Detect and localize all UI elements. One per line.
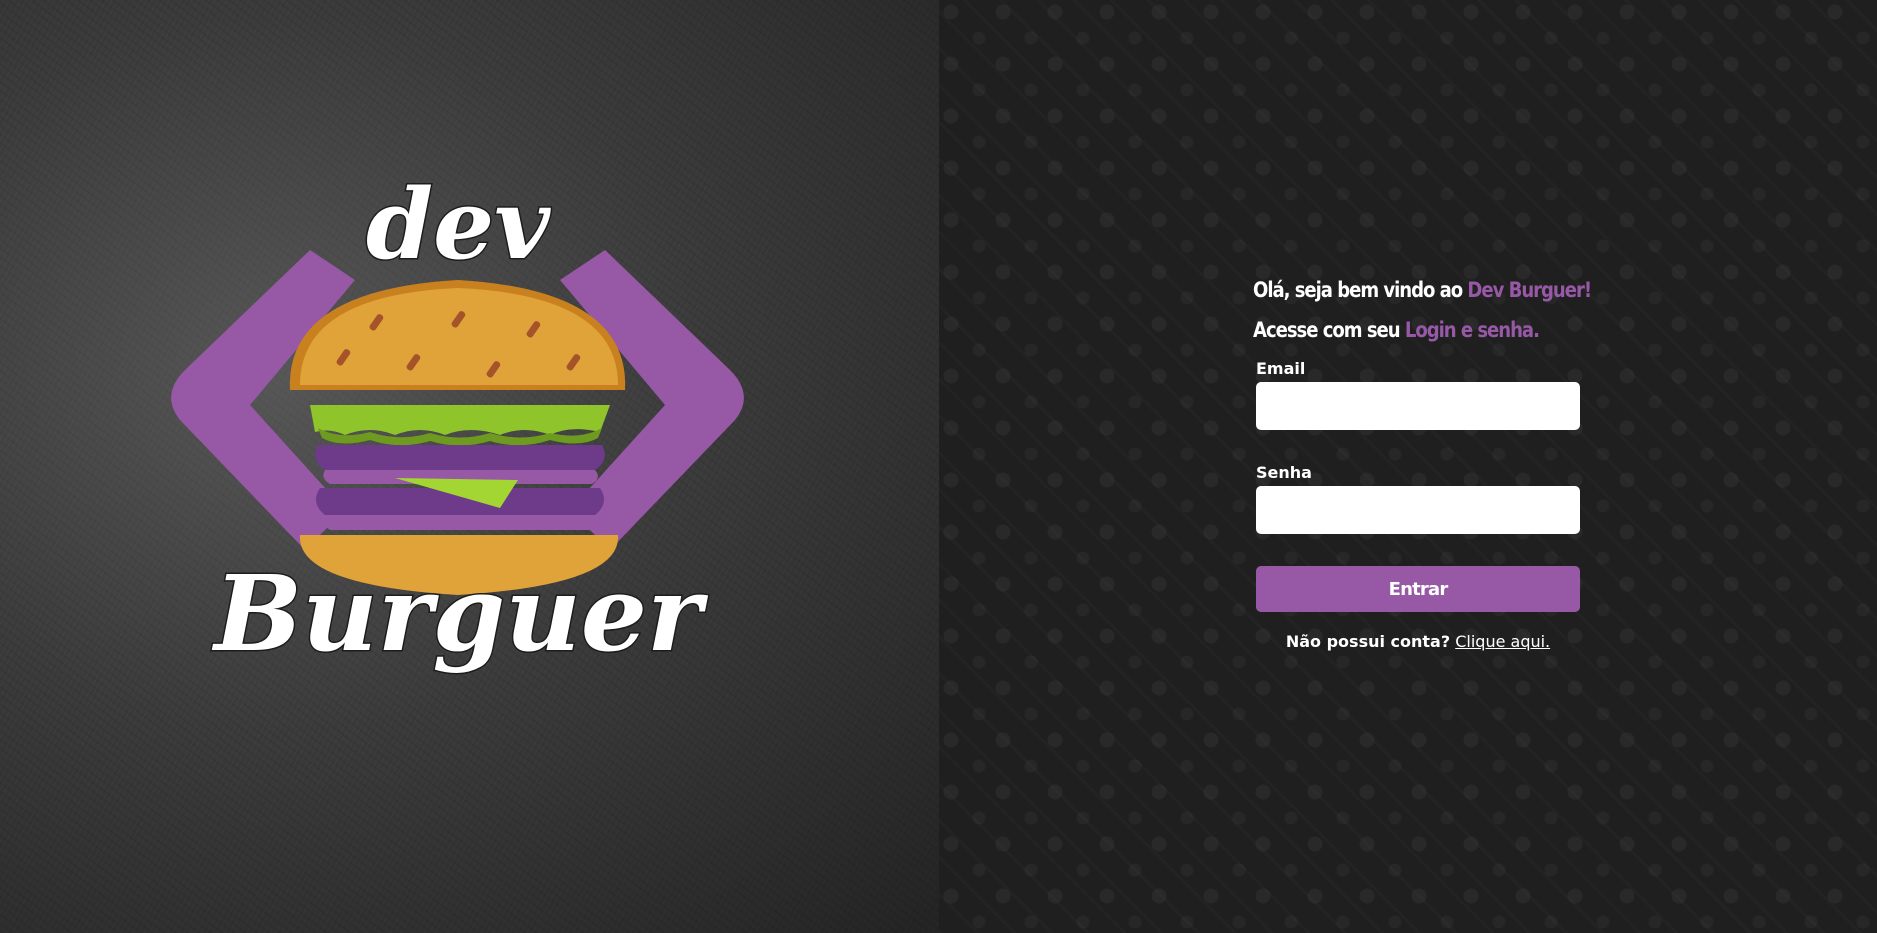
signup-question: Não possui conta?	[1285, 632, 1451, 651]
lettuce-icon	[310, 405, 610, 435]
password-input[interactable]	[1256, 486, 1580, 534]
brand-panel: dev Burguer	[0, 0, 939, 933]
dev-burguer-logo: dev Burguer	[171, 170, 744, 677]
logo-word-top: dev	[366, 170, 551, 281]
password-label: Senha	[1256, 463, 1312, 482]
greeting-prefix: Olá, seja bem vindo ao	[1253, 278, 1463, 302]
patty-icon	[315, 445, 605, 470]
greeting: Olá, seja bem vindo ao Dev Burguer!	[1253, 270, 1592, 310]
signup-prompt: Não possui conta? Clique aqui.	[1256, 632, 1580, 652]
login-panel: Olá, seja bem vindo ao Dev Burguer! Aces…	[939, 0, 1877, 933]
instruction: Acesse com seu Login e senha.	[1253, 310, 1540, 350]
instruction-accent: Login e senha.	[1404, 318, 1540, 342]
instruction-prefix: Acesse com seu	[1253, 318, 1401, 342]
email-label: Email	[1256, 359, 1306, 378]
email-input[interactable]	[1256, 382, 1580, 430]
login-page: dev Burguer Olá, seja bem vindo ao Dev B…	[0, 0, 1877, 933]
greeting-brand: Dev Burguer!	[1467, 278, 1592, 302]
login-form: Olá, seja bem vindo ao Dev Burguer! Aces…	[1253, 270, 1592, 652]
signup-link[interactable]: Clique aqui.	[1455, 632, 1550, 651]
submit-button[interactable]: Entrar	[1256, 566, 1580, 612]
logo-word-bottom: Burguer	[211, 552, 709, 675]
